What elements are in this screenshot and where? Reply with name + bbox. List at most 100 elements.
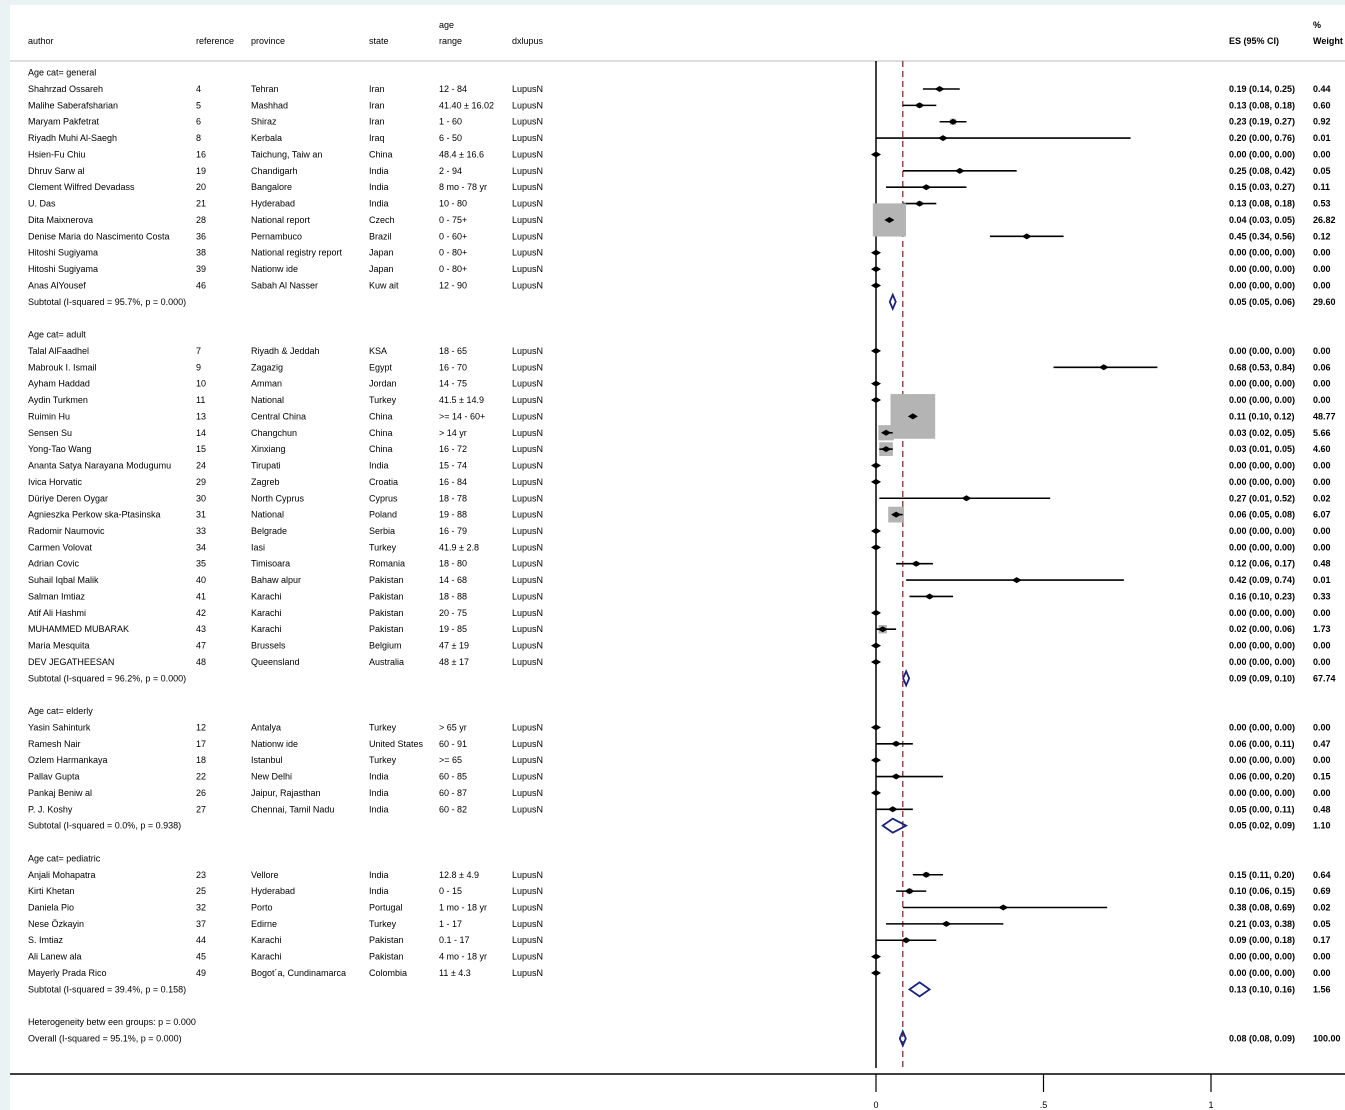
point-estimate [871, 544, 881, 551]
study-province: Amman [251, 379, 282, 389]
study-state: Pakistan [369, 608, 404, 618]
study-state: Croatia [369, 477, 398, 487]
study-weight: 0.33 [1313, 591, 1331, 601]
study-author: Ivica Horvatic [28, 477, 83, 487]
study-province: Karachi [251, 952, 282, 962]
study-age-range: 0 - 15 [439, 886, 462, 896]
study-author: Riyadh Muhi Al-Saegh [28, 133, 117, 143]
study-es: 0.00 (0.00, 0.00) [1229, 608, 1295, 618]
study-es: 0.00 (0.00, 0.00) [1229, 788, 1295, 798]
study-weight: 0.00 [1313, 477, 1331, 487]
point-estimate [1098, 364, 1109, 371]
point-estimate [871, 151, 881, 158]
study-weight: 0.48 [1313, 559, 1331, 569]
study-province: Karachi [251, 624, 282, 634]
study-age-range: 19 - 85 [439, 624, 467, 634]
study-age-range: 14 - 75 [439, 379, 467, 389]
study-age-range: 4 mo - 18 yr [439, 952, 487, 962]
study-age-range: 0 - 80+ [439, 248, 467, 258]
point-estimate [924, 593, 935, 600]
study-province: Istanbul [251, 755, 283, 765]
study-author: Mabrouk I. Ismail [28, 362, 97, 372]
study-age-range: 2 - 94 [439, 166, 462, 176]
point-estimate [891, 740, 902, 747]
study-reference: 25 [196, 886, 206, 896]
study-reference: 38 [196, 248, 206, 258]
study-province: Pernambuco [251, 231, 302, 241]
study-author: Sensen Su [28, 428, 72, 438]
study-dxlupus: LupusN [512, 346, 543, 356]
subtotal-diamond [888, 292, 897, 312]
subtotal-es: 0.13 (0.10, 0.16) [1229, 984, 1295, 994]
study-weight: 0.00 [1313, 788, 1331, 798]
point-estimate [1021, 233, 1032, 240]
study-author: Ali Lanew ala [28, 952, 82, 962]
study-province: Queensland [251, 657, 300, 667]
study-province: Hyderabad [251, 886, 295, 896]
study-province: Jaipur, Rajasthan [251, 788, 321, 798]
study-es: 0.00 (0.00, 0.00) [1229, 461, 1295, 471]
study-es: 0.00 (0.00, 0.00) [1229, 755, 1295, 765]
subtotal-weight: 1.56 [1313, 984, 1331, 994]
point-estimate [871, 282, 881, 289]
study-state: India [369, 166, 389, 176]
study-dxlupus: LupusN [512, 379, 543, 389]
study-reference: 21 [196, 199, 206, 209]
subtotal-weight: 67.74 [1313, 673, 1336, 683]
study-dxlupus: LupusN [512, 903, 543, 913]
study-province: Antalya [251, 722, 281, 732]
study-author: Düriye Deren Oygar [28, 493, 108, 503]
study-province: National report [251, 215, 311, 225]
study-dxlupus: LupusN [512, 935, 543, 945]
study-author: Carmen Volovat [28, 542, 93, 552]
study-age-range: 16 - 84 [439, 477, 467, 487]
study-author: Daniela Pio [28, 903, 74, 913]
study-weight: 0.92 [1313, 117, 1331, 127]
study-age-range: 41.40 ± 16.02 [439, 100, 494, 110]
study-dxlupus: LupusN [512, 641, 543, 651]
point-estimate [961, 495, 972, 502]
study-state: Japan [369, 264, 394, 274]
point-estimate [871, 609, 881, 616]
point-estimate [871, 724, 881, 731]
study-dxlupus: LupusN [512, 591, 543, 601]
header-es: ES (95% CI) [1229, 36, 1279, 46]
study-es: 0.09 (0.00, 0.18) [1229, 935, 1295, 945]
study-age-range: 0.1 - 17 [439, 935, 470, 945]
study-dxlupus: LupusN [512, 575, 543, 585]
study-author: Denise Maria do Nascimento Costa [28, 231, 170, 241]
study-es: 0.00 (0.00, 0.00) [1229, 346, 1295, 356]
study-dxlupus: LupusN [512, 84, 543, 94]
point-estimate [871, 380, 881, 387]
study-age-range: 15 - 74 [439, 461, 467, 471]
study-dxlupus: LupusN [512, 870, 543, 880]
study-reference: 48 [196, 657, 206, 667]
study-age-range: 41.5 ± 14.9 [439, 395, 484, 405]
study-age-range: 20 - 75 [439, 608, 467, 618]
study-state: Iraq [369, 133, 385, 143]
study-province: Timisoara [251, 559, 290, 569]
study-age-range: 18 - 78 [439, 493, 467, 503]
study-reference: 17 [196, 739, 206, 749]
study-es: 0.06 (0.05, 0.08) [1229, 510, 1295, 520]
study-reference: 35 [196, 559, 206, 569]
study-state: India [369, 788, 389, 798]
study-author: Hsien-Fu Chiu [28, 149, 86, 159]
point-estimate [871, 462, 881, 469]
study-weight: 0.06 [1313, 362, 1331, 372]
group-label: Age cat= elderly [28, 706, 93, 716]
study-reference: 39 [196, 264, 206, 274]
study-dxlupus: LupusN [512, 542, 543, 552]
study-reference: 11 [196, 395, 205, 405]
study-province: Shiraz [251, 117, 277, 127]
study-province: North Cyprus [251, 493, 305, 503]
study-dxlupus: LupusN [512, 362, 543, 372]
study-state: India [369, 199, 389, 209]
study-weight: 0.48 [1313, 804, 1331, 814]
study-weight: 0.60 [1313, 100, 1331, 110]
study-reference: 32 [196, 903, 206, 913]
study-state: Brazil [369, 231, 392, 241]
study-es: 0.04 (0.03, 0.05) [1229, 215, 1295, 225]
study-state: Czech [369, 215, 395, 225]
study-author: Aydin Turkmen [28, 395, 88, 405]
